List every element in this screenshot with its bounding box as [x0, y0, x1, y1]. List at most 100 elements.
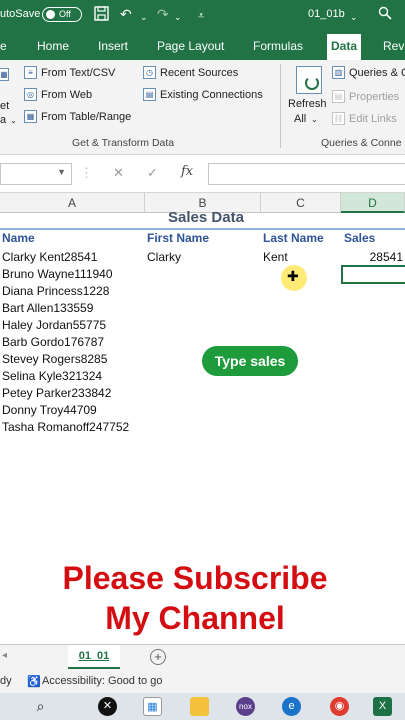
cell-name[interactable]: Diana Princess1228 — [2, 284, 109, 298]
get-data-icon[interactable]: ▦ — [0, 68, 9, 81]
accessibility-icon[interactable]: ♿ — [27, 675, 41, 688]
filename-dropdown-icon[interactable]: ⌄ — [350, 9, 358, 25]
undo-icon[interactable]: ↶ — [120, 6, 132, 22]
cell-name[interactable]: Bruno Wayne111940 — [2, 267, 113, 281]
cell-name[interactable]: Donny Troy44709 — [2, 403, 97, 417]
tab-formulas[interactable]: Formulas — [253, 39, 303, 53]
get-data-dropdown-icon[interactable]: ⌄ — [10, 116, 17, 125]
toggle-knob — [46, 10, 55, 19]
existing-connections-button[interactable]: ▤ Existing Connections — [143, 88, 263, 101]
search-icon[interactable]: ⌕ — [31, 697, 50, 716]
edge-icon[interactable]: e — [282, 697, 301, 716]
chrome-icon[interactable]: ◉ — [330, 697, 349, 716]
cancel-icon[interactable]: ✕ — [113, 165, 124, 181]
enter-icon[interactable]: ✓ — [147, 165, 158, 181]
properties-label: Properties — [349, 90, 400, 103]
recent-sources-button[interactable]: ◷ Recent Sources — [143, 66, 238, 79]
formula-input[interactable] — [208, 163, 405, 185]
properties-icon: ▤ — [332, 90, 345, 103]
cell-name[interactable]: Tasha Romanoff247752 — [2, 420, 129, 434]
properties-button[interactable]: ▤ Properties — [332, 90, 399, 103]
header-sales[interactable]: Sales — [344, 231, 375, 245]
cell-name[interactable]: Petey Parker233842 — [2, 386, 111, 400]
tab-page-layout[interactable]: Page Layout — [157, 39, 224, 53]
cell-last-name[interactable]: Kent — [263, 250, 288, 264]
add-sheet-icon[interactable]: + — [150, 649, 166, 665]
file-explorer-icon[interactable] — [190, 697, 209, 716]
excel-taskbar-icon[interactable]: X — [373, 697, 392, 716]
subscribe-line-1: Please Subscribe — [62, 560, 328, 596]
nox-icon[interactable]: nox — [236, 697, 255, 716]
get-data-fragment-1[interactable]: et — [0, 100, 9, 112]
refresh-all-label-2[interactable]: All — [294, 113, 306, 125]
refresh-dropdown-icon[interactable]: ⌄ — [311, 115, 318, 124]
edit-links-icon: ⛓ — [332, 112, 345, 125]
cell-name[interactable]: Stevey Rogers8285 — [2, 352, 107, 366]
from-text-csv-button[interactable]: ≡ From Text/CSV — [24, 66, 115, 79]
existing-connections-icon: ▤ — [143, 88, 156, 101]
search-icon[interactable] — [378, 6, 392, 24]
store-icon[interactable]: ▦ — [143, 697, 162, 716]
title-underline — [0, 228, 405, 230]
get-transform-group-label: Get & Transform Data — [72, 137, 175, 149]
windows-taskbar: ⌕ ✕ ▦ nox e ◉ X — [0, 693, 405, 720]
cell-name[interactable]: Haley Jordan55775 — [2, 318, 106, 332]
autosave-toggle[interactable]: Off — [42, 7, 82, 22]
insert-function-icon[interactable]: fx — [181, 164, 193, 179]
from-text-csv-label: From Text/CSV — [41, 66, 116, 79]
cell-name[interactable]: Barb Gordo176787 — [2, 335, 104, 349]
customize-qat-icon[interactable]: ⩡ — [198, 8, 204, 24]
recent-sources-icon: ◷ — [143, 66, 156, 79]
recent-sources-label: Recent Sources — [160, 66, 239, 79]
text-file-icon: ≡ — [24, 66, 37, 79]
tab-insert[interactable]: Insert — [98, 39, 128, 53]
sheet-scroll-left-icon[interactable]: ◂ — [2, 650, 7, 661]
file-name: 01_01b — [308, 8, 345, 20]
undo-dropdown-icon[interactable]: ⌄ — [140, 9, 148, 25]
tab-data[interactable]: Data — [327, 34, 362, 60]
queries-group-label: Queries & Conne — [321, 137, 402, 149]
column-header-d[interactable]: D — [341, 193, 405, 213]
cell-name[interactable]: Selina Kyle321324 — [2, 369, 102, 383]
autosave-label: utoSave — [0, 8, 41, 20]
from-web-label: From Web — [41, 88, 93, 101]
cell-name[interactable]: Clarky Kent28541 — [2, 250, 97, 264]
status-ready: dy — [0, 675, 12, 687]
formula-bar: ▼ ⋮ ✕ ✓ fx — [0, 155, 405, 193]
xbox-icon[interactable]: ✕ — [98, 697, 117, 716]
tab-file[interactable]: e — [0, 39, 7, 53]
redo-dropdown-icon[interactable]: ⌄ — [174, 9, 182, 25]
tab-home[interactable]: Home — [37, 39, 69, 53]
header-last-name[interactable]: Last Name — [263, 231, 324, 245]
active-cell[interactable] — [341, 265, 405, 284]
cell-sales[interactable]: 28541 — [343, 250, 403, 264]
mouse-cursor — [281, 265, 307, 291]
name-box[interactable]: ▼ — [0, 163, 72, 185]
from-web-button[interactable]: ◎ From Web — [24, 88, 92, 101]
tab-review[interactable]: Revi — [383, 39, 405, 53]
accessibility-status[interactable]: Accessibility: Good to go — [42, 675, 162, 687]
excel-window: { "titlebar": { "autosave_label": "utoSa… — [0, 0, 405, 720]
type-sales-badge: Type sales — [202, 346, 298, 376]
cell-first-name[interactable]: Clarky — [147, 250, 181, 264]
sheet-title: Sales Data — [168, 209, 244, 226]
status-bar: dy ♿ Accessibility: Good to go — [0, 669, 405, 693]
from-table-range-label: From Table/Range — [41, 110, 132, 123]
refresh-all-icon[interactable] — [296, 66, 322, 94]
save-icon[interactable] — [94, 6, 109, 24]
formula-bar-handle[interactable]: ⋮ — [80, 165, 93, 181]
title-bar: utoSave Off ↶ ⌄ ↷ ⌄ ⩡ 01_01b ⌄ — [0, 0, 405, 30]
header-name[interactable]: Name — [2, 231, 35, 245]
column-header-a[interactable]: A — [0, 193, 145, 213]
column-header-c[interactable]: C — [261, 193, 341, 213]
from-table-range-button[interactable]: ▦ From Table/Range — [24, 110, 131, 123]
edit-links-button[interactable]: ⛓ Edit Links — [332, 112, 397, 125]
cell-name[interactable]: Bart Allen133559 — [2, 301, 93, 315]
refresh-all-label-1[interactable]: Refresh — [288, 98, 327, 110]
get-data-fragment-2[interactable]: a — [0, 114, 6, 126]
name-box-dropdown-icon[interactable]: ▼ — [57, 167, 66, 177]
redo-icon[interactable]: ↷ — [157, 6, 169, 22]
queries-connections-button[interactable]: ▥ Queries & C — [332, 66, 405, 79]
sheet-tab-01-01[interactable]: 01_01 — [68, 645, 120, 670]
header-first-name[interactable]: First Name — [147, 231, 209, 245]
